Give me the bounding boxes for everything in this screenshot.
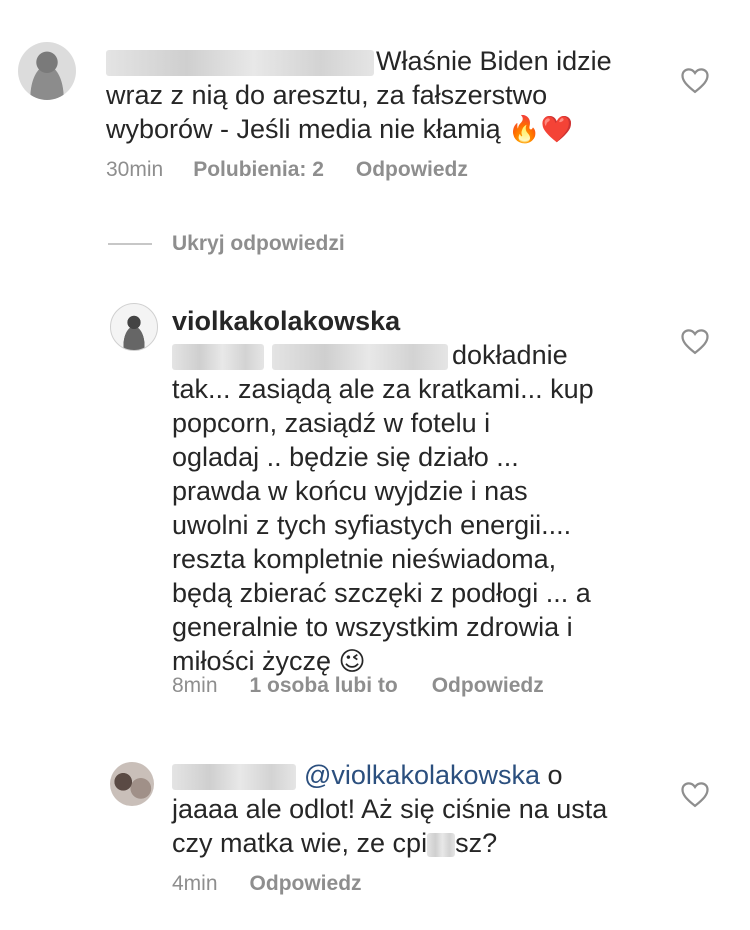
avatar[interactable] <box>18 42 76 100</box>
reply-button[interactable]: Odpowiedz <box>356 158 468 182</box>
comment-line: uwolni z tych syfiastych energii.... <box>172 510 572 540</box>
comment-meta: 4min Odpowiedz <box>172 872 362 896</box>
blurred-username[interactable] <box>106 49 374 76</box>
comment-line: jaaaa ale odlot! Aż się ciśnie na usta <box>172 794 608 824</box>
timestamp: 30min <box>106 158 164 181</box>
fire-emoji: 🔥 <box>508 114 541 144</box>
like-heart-icon[interactable] <box>680 327 710 355</box>
comment-line: ogladaj .. będzie się działo ... <box>172 442 519 472</box>
blurred-username[interactable] <box>272 343 448 370</box>
comment-line: @violkakolakowska o <box>172 758 652 792</box>
comment-line: tak... zasiądą ale za kratkami... kup <box>172 374 594 404</box>
like-heart-icon[interactable] <box>680 780 710 808</box>
reply-button[interactable]: Odpowiedz <box>250 872 362 896</box>
timestamp: 8min <box>172 674 218 697</box>
comment-text: Właśnie Biden idzie wraz z nią do areszt… <box>106 46 612 144</box>
avatar[interactable] <box>110 762 154 806</box>
comment-line: popcorn, zasiądź w fotelu i <box>172 408 491 438</box>
divider <box>108 243 152 245</box>
likes-count[interactable]: 1 osoba lubi to <box>250 674 398 698</box>
comment-line: reszta kompletnie nieświadoma, <box>172 544 557 574</box>
comment-text: @violkakolakowska o jaaaa ale odlot! Aż … <box>172 758 652 860</box>
censored-text <box>427 832 456 857</box>
comment-line: będą zbierać szczęki z podłogi ... a <box>172 578 591 608</box>
comment-line: generalnie to wszystkim zdrowia i <box>172 612 573 642</box>
comment-line: dokładnie <box>172 338 672 372</box>
comment-meta: 30min Polubienia: 2 Odpowiedz <box>106 158 468 182</box>
hide-replies-label: Ukryj odpowiedzi <box>172 232 345 255</box>
comment-line: czy matka wie, ze cpi sz? <box>172 828 498 858</box>
wink-emoji: 😉 <box>338 646 366 676</box>
heart-emoji: ❤️ <box>540 114 573 144</box>
blurred-username[interactable] <box>172 763 296 790</box>
comment-meta: 8min 1 osoba lubi to Odpowiedz <box>172 674 544 698</box>
likes-count[interactable]: Polubienia: 2 <box>193 158 324 182</box>
like-heart-icon[interactable] <box>680 66 710 94</box>
comment-text: dokładnie tak... zasiądą ale za kratkami… <box>172 338 672 678</box>
avatar[interactable] <box>110 303 158 351</box>
blurred-username[interactable] <box>172 343 264 370</box>
comment-line: prawda w końcu wyjdzie i nas <box>172 476 528 506</box>
username[interactable]: violkakolakowska <box>172 304 400 338</box>
hide-replies-button[interactable]: Ukryj odpowiedzi <box>172 232 345 256</box>
mention-link[interactable]: @violkakolakowska <box>304 760 540 790</box>
timestamp: 4min <box>172 872 218 895</box>
reply-button[interactable]: Odpowiedz <box>432 674 544 698</box>
comment-line: miłości życzę 😉 <box>172 646 366 676</box>
